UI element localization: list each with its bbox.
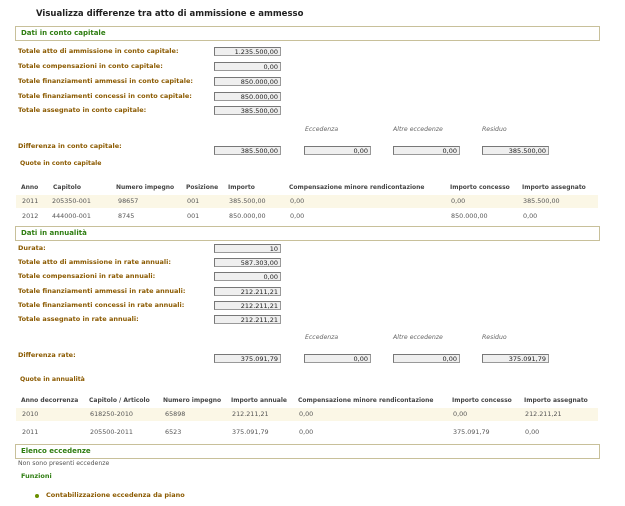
value-totale-atto-rate: 587.303,00: [214, 258, 281, 267]
th-importo-concesso: Importo concesso: [452, 397, 512, 404]
value-compensazioni-rate: 0,00: [214, 272, 281, 281]
cell-importo-annuale: 212.211,21: [232, 410, 269, 418]
cell-importo: 850.000,00: [229, 212, 266, 220]
label-compensazioni-rate: Totale compensazioni in rate annuali:: [18, 272, 156, 280]
cell-capitolo-articolo: 205500-2011: [90, 428, 133, 436]
header-residuo: Residuo: [482, 126, 507, 133]
cell-importo-concesso: 0,00: [453, 410, 468, 418]
quote-annualita-title: Quote in annualità: [20, 376, 85, 383]
cell-importo-assegnato: 0,00: [525, 428, 540, 436]
th-capitolo-articolo: Capitolo / Articolo: [89, 397, 150, 404]
value-concessi-rate: 212.211,21: [214, 301, 281, 310]
label-finanziamenti-concessi: Totale finanziamenti concessi in conto c…: [18, 92, 192, 100]
cell-compensazione: 0,00: [299, 410, 314, 418]
cell-anno-decorrenza: 2010: [22, 410, 39, 418]
value-durata: 10: [214, 244, 281, 253]
value-altre-eccedenze-rate: 0,00: [393, 354, 460, 363]
th-importo-assegnato: Importo assegnato: [524, 397, 588, 404]
cell-capitolo: 444000-001: [52, 212, 91, 220]
cell-importo-assegnato: 385.500,00: [523, 197, 560, 205]
label-totale-assegnato: Totale assegnato in conto capitale:: [18, 106, 147, 114]
value-differenza-rate: 375.091,79: [214, 354, 281, 363]
cell-importo-concesso: 850.000,00: [451, 212, 488, 220]
section-title: Elenco eccedenze: [21, 447, 91, 455]
value-totale-compensazioni: 0,00: [214, 62, 281, 71]
cell-compensazione: 0,00: [290, 197, 305, 205]
th-numero-impegno: Numero impegno: [163, 397, 222, 404]
th-numero-impegno: Numero impegno: [116, 184, 175, 191]
cell-importo-assegnato: 0,00: [523, 212, 538, 220]
th-compensazione: Compensazione minore rendicontazione: [298, 397, 434, 404]
th-anno-decorrenza: Anno decorrenza: [21, 397, 79, 404]
label-assegnato-rate: Totale assegnato in rate annuali:: [18, 315, 139, 323]
th-importo-concesso: Importo concesso: [450, 184, 510, 191]
value-eccedenza-rate: 0,00: [304, 354, 371, 363]
label-differenza-rate: Differenza rate:: [18, 351, 76, 359]
header-altre-eccedenze: Altre eccedenze: [393, 126, 443, 133]
cell-importo-concesso: 375.091,79: [453, 428, 490, 436]
label-totale-atto-rate: Totale atto di ammissione in rate annual…: [18, 258, 171, 266]
cell-importo-assegnato: 212.211,21: [525, 410, 562, 418]
value-finanziamenti-concessi: 850.000,00: [214, 92, 281, 101]
th-importo-assegnato: Importo assegnato: [522, 184, 586, 191]
label-durata: Durata:: [18, 244, 46, 252]
label-concessi-rate: Totale finanziamenti concessi in rate an…: [18, 301, 185, 309]
section-conto-capitale: Dati in conto capitale: [15, 26, 600, 41]
label-ammessi-rate: Totale finanziamenti ammessi in rate ann…: [18, 287, 186, 295]
cell-importo: 385.500,00: [229, 197, 266, 205]
value-eccedenza: 0,00: [304, 146, 371, 155]
cell-posizione: 001: [187, 197, 200, 205]
header-eccedenza: Eccedenza: [305, 126, 339, 133]
cell-capitolo: 205350-001: [52, 197, 91, 205]
value-finanziamenti-ammessi: 850.000,00: [214, 77, 281, 86]
section-annualita: Dati in annualità: [15, 226, 600, 241]
value-residuo-rate: 375.091,79: [482, 354, 549, 363]
value-differenza: 385.500,00: [214, 146, 281, 155]
page-title: Visualizza differenze tra atto di ammiss…: [36, 9, 304, 19]
cell-compensazione: 0,00: [299, 428, 314, 436]
cell-numero-impegno: 65898: [165, 410, 186, 418]
section-eccedenze: Elenco eccedenze: [15, 444, 600, 459]
cell-anno: 2012: [22, 212, 39, 220]
cell-capitolo-articolo: 618250-2010: [90, 410, 133, 418]
th-posizione: Posizione: [186, 184, 219, 191]
value-totale-atto: 1.235.500,00: [214, 47, 281, 56]
eccedenze-empty-note: Non sono presenti eccedenze: [18, 460, 110, 467]
value-residuo: 385.500,00: [482, 146, 549, 155]
header-altre-eccedenze: Altre eccedenze: [393, 334, 443, 341]
cell-anno: 2011: [22, 197, 39, 205]
cell-numero-impegno: 8745: [118, 212, 135, 220]
value-totale-assegnato: 385.500,00: [214, 106, 281, 115]
label-differenza-capitale: Differenza in conto capitale:: [18, 142, 122, 150]
th-anno: Anno: [21, 184, 39, 191]
header-residuo: Residuo: [482, 334, 507, 341]
th-importo: Importo: [228, 184, 255, 191]
cell-posizione: 001: [187, 212, 200, 220]
cell-importo-concesso: 0,00: [451, 197, 466, 205]
cell-numero-impegno: 98657: [118, 197, 139, 205]
th-importo-annuale: Importo annuale: [231, 397, 287, 404]
funzioni-title: Funzioni: [21, 472, 52, 480]
cell-importo-annuale: 375.091,79: [232, 428, 269, 436]
section-title: Dati in conto capitale: [21, 29, 106, 37]
value-assegnato-rate: 212.211,21: [214, 315, 281, 324]
value-ammessi-rate: 212.211,21: [214, 287, 281, 296]
bullet-icon: [35, 494, 39, 498]
label-totale-compensazioni: Totale compensazioni in conto capitale:: [18, 62, 163, 70]
cell-anno-decorrenza: 2011: [22, 428, 39, 436]
contabilizzazione-eccedenza-link[interactable]: Contabilizzazione eccedenza da piano: [46, 491, 185, 499]
quote-capitale-title: Quote in conto capitale: [20, 160, 102, 167]
table-row: [16, 195, 598, 208]
label-totale-atto: Totale atto di ammissione in conto capit…: [18, 47, 179, 55]
cell-numero-impegno: 6523: [165, 428, 182, 436]
cell-compensazione: 0,00: [290, 212, 305, 220]
th-compensazione: Compensazione minore rendicontazione: [289, 184, 425, 191]
value-altre-eccedenze: 0,00: [393, 146, 460, 155]
label-finanziamenti-ammessi: Totale finanziamenti ammessi in conto ca…: [18, 77, 194, 85]
section-title: Dati in annualità: [21, 229, 87, 237]
header-eccedenza: Eccedenza: [305, 334, 339, 341]
th-capitolo: Capitolo: [53, 184, 81, 191]
